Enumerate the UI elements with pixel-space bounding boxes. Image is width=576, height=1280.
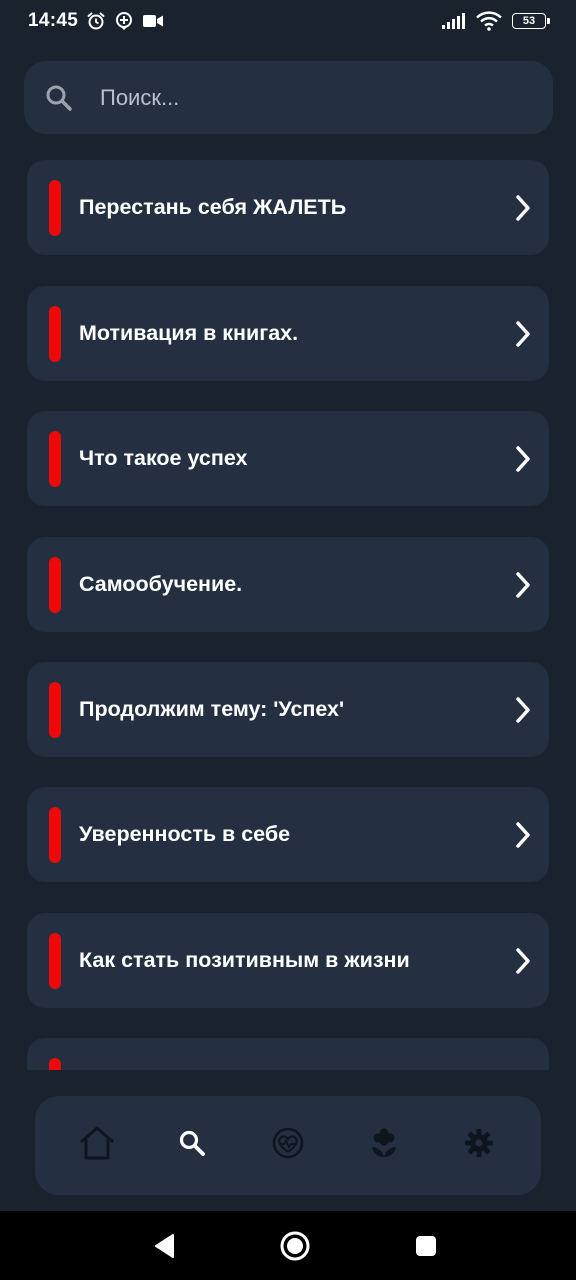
recents-icon[interactable] bbox=[406, 1226, 446, 1266]
alarm-icon bbox=[86, 11, 106, 31]
home-button-icon[interactable] bbox=[275, 1226, 315, 1266]
item-marker bbox=[49, 306, 61, 362]
bottom-nav bbox=[35, 1096, 541, 1195]
chevron-right-icon bbox=[513, 947, 533, 975]
search-icon bbox=[177, 1128, 207, 1163]
chevron-right-icon bbox=[513, 320, 533, 348]
item-title: Продолжим тему: 'Успех' bbox=[79, 697, 345, 721]
item-title: Как стать позитивным в жизни bbox=[79, 948, 410, 972]
system-nav-bar bbox=[0, 1211, 576, 1280]
list-item[interactable] bbox=[27, 1038, 549, 1070]
chevron-right-icon bbox=[513, 821, 533, 849]
nav-home[interactable] bbox=[67, 1116, 127, 1176]
list-item[interactable]: Продолжим тему: 'Успех' bbox=[27, 662, 549, 757]
battery-icon: 53 bbox=[512, 13, 550, 29]
signal-icon bbox=[442, 12, 466, 30]
item-marker bbox=[49, 933, 61, 989]
flower-icon bbox=[369, 1127, 399, 1164]
list-item[interactable]: Мотивация в книгах. bbox=[27, 286, 549, 381]
item-title: Мотивация в книгах. bbox=[79, 321, 299, 345]
nav-settings[interactable] bbox=[449, 1116, 509, 1176]
smart-alert-icon bbox=[114, 11, 134, 31]
chevron-right-icon bbox=[513, 571, 533, 599]
home-icon bbox=[78, 1125, 116, 1166]
search-bar[interactable] bbox=[24, 61, 553, 134]
back-icon[interactable] bbox=[144, 1226, 184, 1266]
chevron-right-icon bbox=[513, 194, 533, 222]
list-item[interactable]: Самообучение. bbox=[27, 537, 549, 632]
item-marker bbox=[49, 682, 61, 738]
list-item[interactable]: Уверенность в себе bbox=[27, 787, 549, 882]
battery-level: 53 bbox=[522, 15, 536, 27]
item-title: Что такое успех bbox=[79, 446, 248, 470]
nav-health[interactable] bbox=[258, 1116, 318, 1176]
search-input[interactable] bbox=[100, 77, 553, 118]
list-item[interactable]: Как стать позитивным в жизни bbox=[27, 913, 549, 1008]
video-camera-icon bbox=[142, 13, 164, 29]
screen: 14:45 53 Поиск... Перестань себя ЖАЛЕТЬ … bbox=[0, 0, 576, 1280]
item-marker bbox=[49, 557, 61, 613]
search-icon bbox=[44, 83, 74, 113]
status-left: 14:45 bbox=[28, 10, 164, 32]
item-title: Самообучение. bbox=[79, 572, 243, 596]
nav-search[interactable] bbox=[162, 1116, 222, 1176]
list-item[interactable]: Перестань себя ЖАЛЕТЬ bbox=[27, 160, 549, 255]
status-time: 14:45 bbox=[28, 10, 79, 31]
chevron-right-icon bbox=[513, 696, 533, 724]
gear-icon bbox=[464, 1128, 494, 1163]
item-title: Уверенность в себе bbox=[79, 822, 291, 846]
article-list[interactable]: Перестань себя ЖАЛЕТЬ Мотивация в книгах… bbox=[0, 160, 576, 1070]
nav-flower[interactable] bbox=[354, 1116, 414, 1176]
item-marker bbox=[49, 431, 61, 487]
status-bar: 14:45 53 bbox=[0, 0, 576, 42]
heart-pulse-icon bbox=[271, 1126, 305, 1165]
list-item[interactable]: Что такое успех bbox=[27, 411, 549, 506]
chevron-right-icon bbox=[513, 445, 533, 473]
item-marker bbox=[49, 1058, 61, 1070]
status-right: 53 bbox=[442, 11, 550, 31]
item-marker bbox=[49, 807, 61, 863]
item-marker bbox=[49, 180, 61, 236]
item-title: Перестань себя ЖАЛЕТЬ bbox=[79, 195, 347, 219]
wifi-icon bbox=[476, 11, 502, 31]
